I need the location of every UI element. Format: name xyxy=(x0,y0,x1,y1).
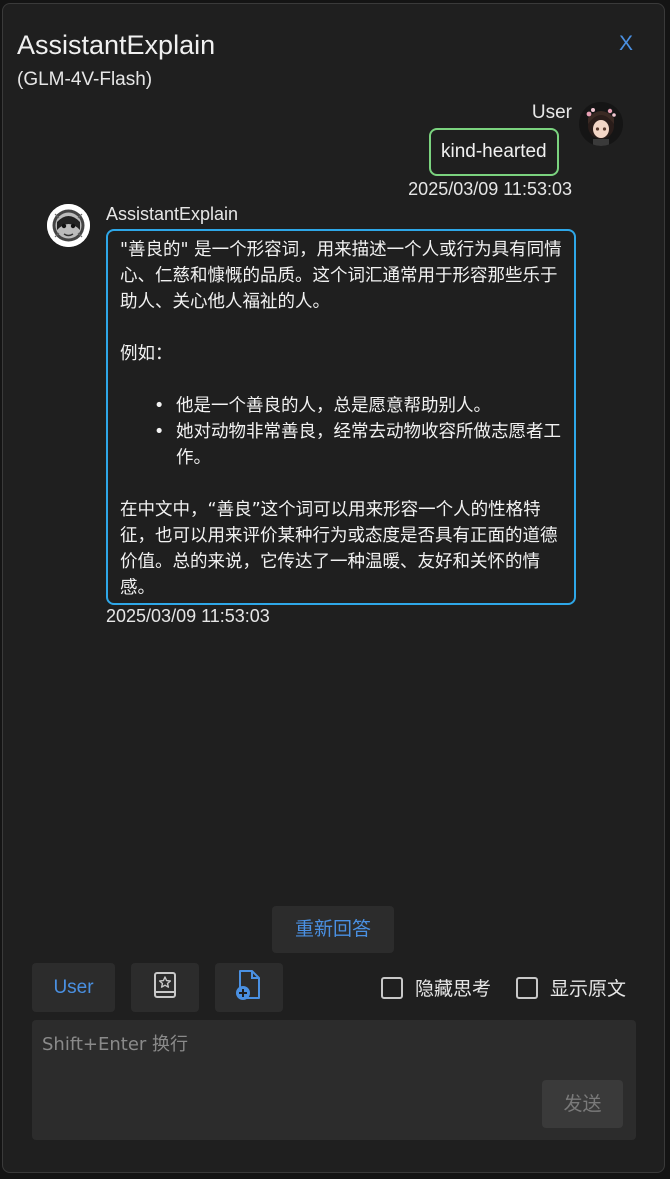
example-list: • 他是一个善良的人，总是愿意帮助别人。 • 她对动物非常善良，经常去动物收容所做志… xyxy=(120,393,562,471)
send-button[interactable]: 发送 xyxy=(542,1080,623,1128)
user-message-time: 2025/03/09 11:53:03 xyxy=(408,179,572,199)
assistant-message-time: 2025/03/09 11:53:03 xyxy=(106,606,270,626)
model-subtitle: (GLM-4V-Flash) xyxy=(17,69,153,90)
explanation-paragraph: "善良的" 是一个形容词，用来描述一个人或行为具有同情心、仁慈和慷慨的品质。这个… xyxy=(120,240,562,312)
user-message-bubble: kind-hearted xyxy=(429,128,559,176)
list-item: • 他是一个善良的人，总是愿意帮助别人。 xyxy=(154,396,491,416)
example-label: 例如： xyxy=(120,344,173,364)
prompt-button[interactable] xyxy=(131,963,199,1012)
show-original-toggle[interactable]: 显示原文 xyxy=(516,974,626,1001)
assistant-avatar xyxy=(47,204,90,247)
explain-window: AssistantExplain (GLM-4V-Flash) X User k… xyxy=(2,3,665,1173)
message-input-area: 发送 xyxy=(32,1020,636,1140)
hide-thinking-label: 隐藏思考 xyxy=(415,978,492,1000)
list-item: • 她对动物非常善良，经常去动物收容所做志愿者工作。 xyxy=(154,422,561,468)
close-button[interactable]: X xyxy=(619,32,633,56)
summary-paragraph: 在中文中，“善良”这个词可以用来形容一个人的性格特征，也可以用来评价某种行为或态… xyxy=(120,500,558,598)
bookmark-star-icon xyxy=(152,971,178,1004)
user-avatar xyxy=(579,102,623,146)
show-original-checkbox[interactable] xyxy=(516,976,538,999)
window-title: AssistantExplain xyxy=(17,30,216,60)
assistant-message-bubble: "善良的" 是一个形容词，用来描述一个人或行为具有同情心、仁慈和慷慨的品质。这个… xyxy=(106,229,576,605)
add-file-button[interactable] xyxy=(215,963,283,1012)
hide-thinking-toggle[interactable]: 隐藏思考 xyxy=(381,974,491,1001)
user-name: User xyxy=(531,102,572,123)
show-original-label: 显示原文 xyxy=(550,978,627,1000)
assistant-name: AssistantExplain xyxy=(106,204,239,224)
regenerate-button[interactable]: 重新回答 xyxy=(272,906,394,953)
role-button[interactable]: User xyxy=(32,963,115,1012)
file-add-icon xyxy=(234,969,264,1006)
hide-thinking-checkbox[interactable] xyxy=(381,976,403,999)
